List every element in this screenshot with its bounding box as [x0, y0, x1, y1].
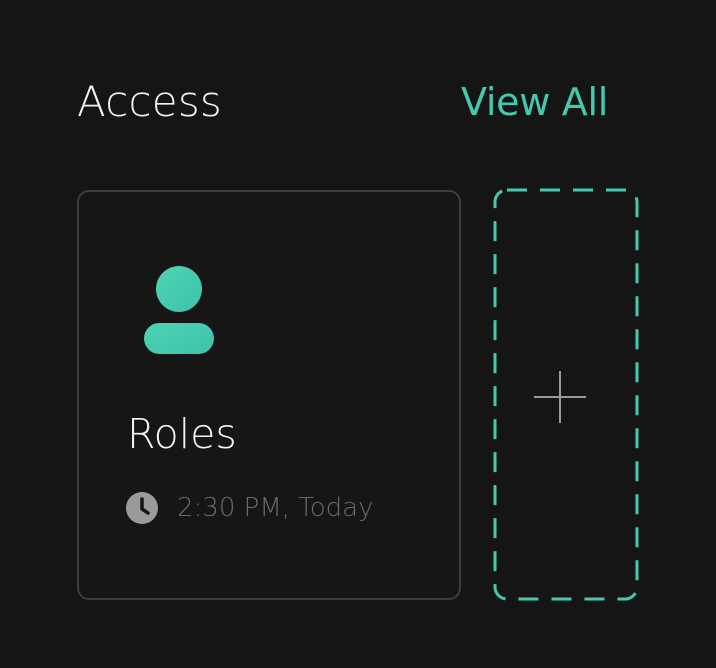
- timestamp: 2:30 PM, Today: [177, 493, 374, 523]
- user-icon: [144, 266, 214, 354]
- timestamp-row: 2:30 PM, Today: [125, 488, 374, 528]
- plus-icon: [534, 371, 586, 423]
- clock-icon: [126, 492, 158, 524]
- section-title: Access: [77, 77, 222, 126]
- roles-card[interactable]: Roles 2:30 PM, Today: [77, 190, 461, 600]
- view-all-link[interactable]: View All: [461, 76, 608, 128]
- add-role-tile[interactable]: [493, 188, 639, 601]
- card-title: Roles: [127, 410, 237, 458]
- access-page: Access View All Roles 2:30 PM, Today: [0, 0, 716, 668]
